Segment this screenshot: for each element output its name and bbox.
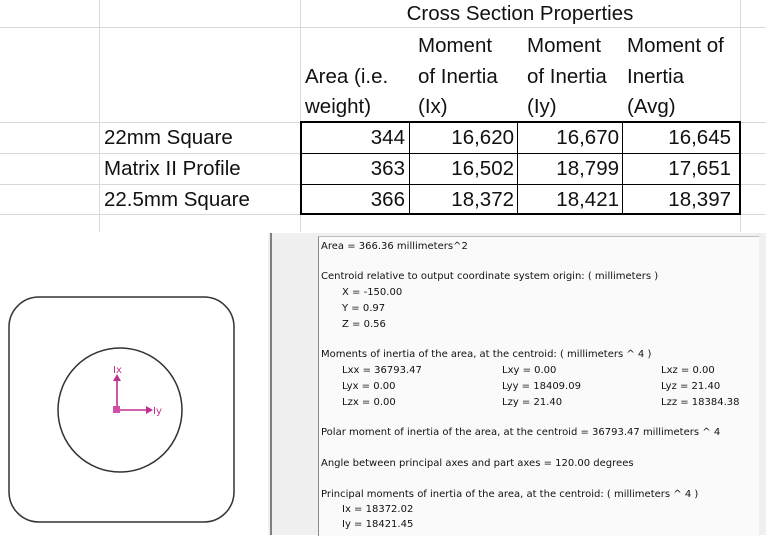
lzx-value: Lzx = 0.00 (342, 397, 396, 408)
principal-angle: Angle between principal axes and part ax… (321, 458, 634, 469)
cell-avg[interactable]: 17,651 (624, 153, 731, 184)
lxz-value: Lxz = 0.00 (661, 365, 715, 376)
centroid-x: X = -150.00 (342, 287, 403, 298)
header-iy-line2[interactable]: of Inertia (527, 61, 607, 92)
table-border (517, 121, 518, 215)
header-area-line2[interactable]: weight) (305, 91, 371, 122)
lzy-value: Lzy = 21.40 (502, 397, 563, 408)
header-iy-line1[interactable]: Moment (527, 30, 601, 61)
header-avg-line1[interactable]: Moment of (627, 30, 724, 61)
lzz-value: Lzz = 18384.38 (661, 397, 740, 408)
header-ix-line1[interactable]: Moment (418, 30, 492, 61)
header-avg-line2[interactable]: Inertia (627, 61, 684, 92)
table-border (409, 121, 410, 215)
axis-label-iy: Iy (153, 406, 162, 417)
lyy-value: Lyy = 18409.09 (502, 381, 581, 392)
cell-avg[interactable]: 16,645 (624, 122, 731, 153)
table-border (622, 121, 623, 215)
cell-area[interactable]: 366 (302, 184, 405, 215)
spreadsheet: Cross Section Properties Area (i.e. weig… (0, 0, 766, 232)
lyz-value: Lyz = 21.40 (661, 381, 721, 392)
axis-label-ix: Ix (113, 365, 122, 376)
header-ix-line2[interactable]: of Inertia (418, 61, 498, 92)
principal-iy: Iy = 18421.45 (342, 519, 414, 530)
cell-iy[interactable]: 18,799 (520, 153, 619, 184)
moments-title: Moments of inertia of the area, at the c… (321, 349, 652, 360)
properties-text-area[interactable]: Area = 366.36 millimeters^2 Centroid rel… (318, 236, 759, 536)
lyx-value: Lyx = 0.00 (342, 381, 396, 392)
cell-avg[interactable]: 18,397 (624, 184, 731, 215)
lxx-value: Lxx = 36793.47 (342, 365, 422, 376)
header-area-line1[interactable]: Area (i.e. (305, 61, 388, 92)
section-drawing: Ix Iy (8, 296, 235, 523)
row-label[interactable]: 22.5mm Square (104, 184, 250, 215)
sheet-title[interactable]: Cross Section Properties (300, 0, 740, 29)
polar-moment: Polar moment of inertia of the area, at … (321, 427, 721, 438)
principal-ix: Ix = 18372.02 (342, 504, 414, 515)
header-avg-line3[interactable]: (Avg) (627, 91, 676, 122)
gridline (99, 0, 100, 232)
header-ix-line3[interactable]: (Ix) (418, 91, 448, 122)
row-label[interactable]: 22mm Square (104, 122, 233, 153)
header-iy-line3[interactable]: (Iy) (527, 91, 557, 122)
cell-iy[interactable]: 18,421 (520, 184, 619, 215)
row-label[interactable]: Matrix II Profile (104, 153, 241, 184)
cell-ix[interactable]: 16,502 (412, 153, 514, 184)
centroid-y: Y = 0.97 (342, 303, 386, 314)
cell-area[interactable]: 344 (302, 122, 405, 153)
dialog-edge (270, 233, 272, 535)
cell-iy[interactable]: 16,670 (520, 122, 619, 153)
table-border (739, 121, 741, 215)
cell-ix[interactable]: 16,620 (412, 122, 514, 153)
centroid-z: Z = 0.56 (342, 319, 386, 330)
cell-area[interactable]: 363 (302, 153, 405, 184)
lxy-value: Lxy = 0.00 (502, 365, 557, 376)
centroid-title: Centroid relative to output coordinate s… (321, 271, 659, 282)
area-value: Area = 366.36 millimeters^2 (321, 241, 468, 252)
principal-moments-title: Principal moments of inertia of the area… (321, 489, 699, 500)
cell-ix[interactable]: 18,372 (412, 184, 514, 215)
